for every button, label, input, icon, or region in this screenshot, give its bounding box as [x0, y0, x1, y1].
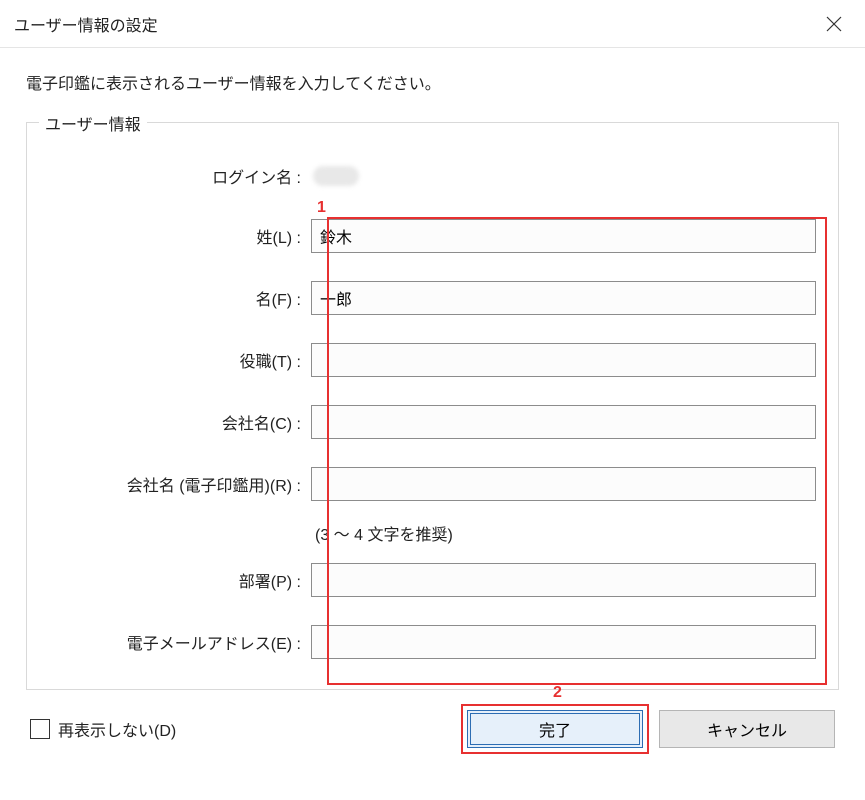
row-company: 会社名(C) :: [45, 397, 820, 447]
dialog-description: 電子印鑑に表示されるユーザー情報を入力してください。: [26, 70, 839, 94]
annotation-1: 1: [317, 199, 326, 217]
row-stamp-hint: (3 ～ 4 文字を推奨): [45, 509, 820, 551]
row-surname: 姓(L) :: [45, 211, 820, 261]
given-input[interactable]: [311, 281, 816, 315]
company-stamp-input[interactable]: [311, 467, 816, 501]
row-given: 名(F) :: [45, 273, 820, 323]
row-login: ログイン名 :: [45, 151, 820, 201]
titlebar: ユーザー情報の設定: [0, 0, 865, 48]
label-given: 名(F) :: [45, 286, 311, 310]
row-department: 部署(P) :: [45, 555, 820, 605]
row-title: 役職(T) :: [45, 335, 820, 385]
user-info-fieldset: ユーザー情報 1 ログイン名 : 姓(L) : 名(F) :: [26, 122, 839, 690]
dialog-title: ユーザー情報の設定: [14, 12, 158, 36]
label-title: 役職(T) :: [45, 348, 311, 372]
label-email: 電子メールアドレス(E) :: [45, 630, 311, 654]
cancel-button[interactable]: キャンセル: [659, 710, 835, 748]
checkbox-box-icon: [30, 719, 50, 739]
dont-show-again-checkbox[interactable]: 再表示しない(D): [30, 717, 176, 741]
surname-input[interactable]: [311, 219, 816, 253]
stamp-hint: (3 ～ 4 文字を推奨): [311, 527, 453, 544]
label-company-stamp: 会社名 (電子印鑑用)(R) :: [45, 472, 311, 496]
close-icon: [826, 16, 842, 32]
company-input[interactable]: [311, 405, 816, 439]
row-company-stamp: 会社名 (電子印鑑用)(R) :: [45, 459, 820, 509]
label-company: 会社名(C) :: [45, 410, 311, 434]
annotation-2: 2: [553, 684, 562, 702]
label-login: ログイン名 :: [45, 164, 311, 188]
checkbox-label: 再表示しない(D): [58, 717, 176, 741]
label-department: 部署(P) :: [45, 568, 311, 592]
fieldset-legend: ユーザー情報: [39, 111, 147, 135]
login-value-redacted: [313, 166, 359, 186]
title-input[interactable]: [311, 343, 816, 377]
ok-button[interactable]: 完了: [467, 710, 643, 748]
label-surname: 姓(L) :: [45, 224, 311, 248]
close-button[interactable]: [811, 6, 857, 42]
email-input[interactable]: [311, 625, 816, 659]
department-input[interactable]: [311, 563, 816, 597]
row-email: 電子メールアドレス(E) :: [45, 617, 820, 667]
dialog-footer: 再表示しない(D) 2 完了 キャンセル: [26, 710, 839, 748]
